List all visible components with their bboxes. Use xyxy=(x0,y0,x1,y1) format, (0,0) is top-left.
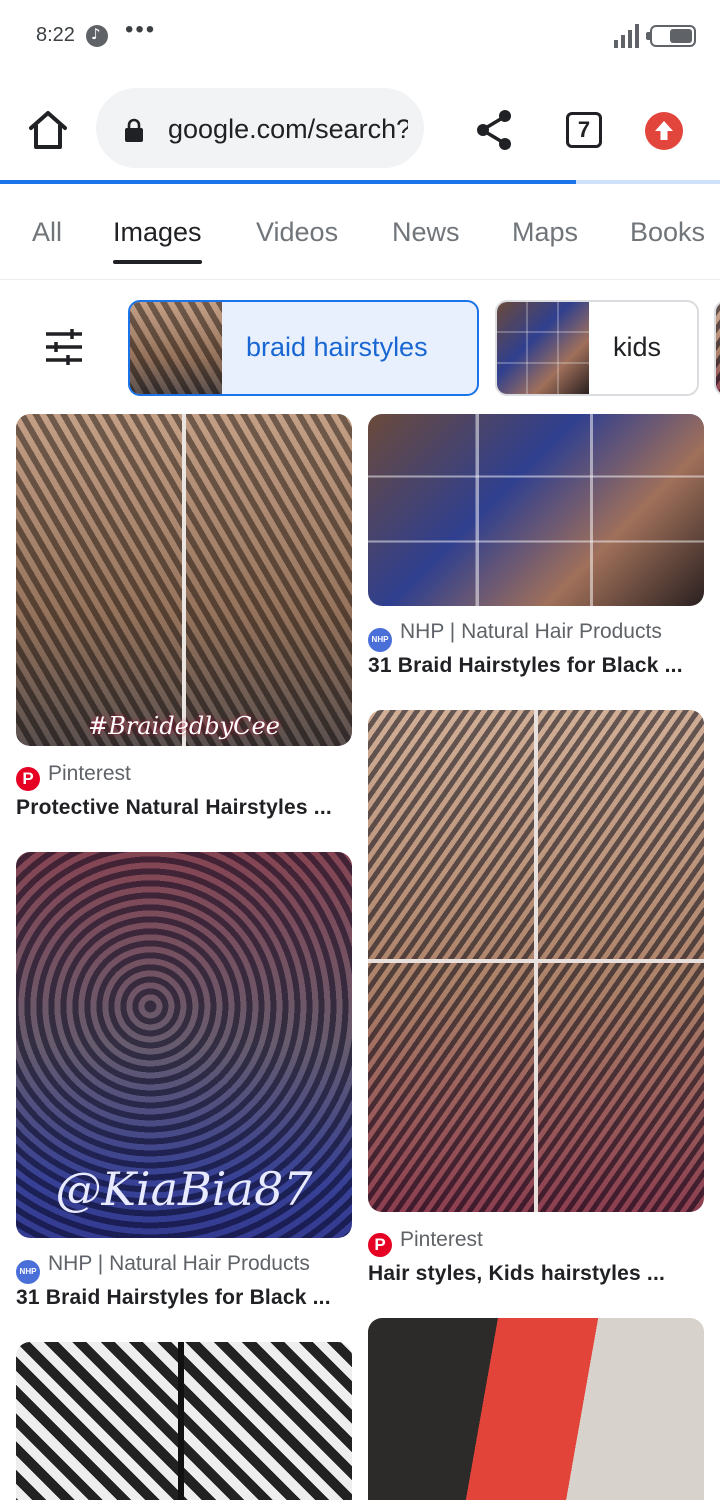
progress-fill xyxy=(0,180,576,184)
chip-label: braid hairstyles xyxy=(246,332,428,362)
more-notifications-icon: ••• xyxy=(125,16,157,43)
chip-braid-hairstyles[interactable]: braid hairstyles xyxy=(128,300,479,396)
status-time: 8:22 xyxy=(36,24,75,46)
result-title[interactable]: 31 Braid Hairstyles for Black ... xyxy=(16,1286,331,1310)
result-image[interactable]: @KiaBia87 xyxy=(16,852,352,1238)
update-icon xyxy=(655,121,673,140)
nhp-icon: NHP xyxy=(16,1260,40,1284)
source-name: Pinterest xyxy=(400,1228,483,1251)
result-title[interactable]: Protective Natural Hairstyles ... xyxy=(16,796,332,820)
result-source[interactable]: P Pinterest xyxy=(16,762,131,791)
chip-thumbnail xyxy=(130,302,222,394)
address-bar[interactable]: google.com/search? xyxy=(96,88,424,168)
result-image[interactable]: #BraidedbyCee xyxy=(16,414,352,746)
chip-label: kids xyxy=(613,332,662,362)
music-notification-icon xyxy=(86,25,108,47)
url-text: google.com/search? xyxy=(168,114,408,144)
suggestion-chips: braid hairstyles kids xyxy=(0,296,720,400)
chip-thumbnail xyxy=(497,302,589,394)
result-image[interactable] xyxy=(368,710,704,1212)
nhp-icon: NHP xyxy=(368,628,392,652)
result-source[interactable]: NHP NHP | Natural Hair Products xyxy=(368,620,662,652)
page-load-progress xyxy=(0,180,720,184)
source-name: NHP | Natural Hair Products xyxy=(400,620,662,643)
chip-next[interactable] xyxy=(714,300,720,396)
browser-toolbar: google.com/search? 7 xyxy=(0,72,720,182)
source-name: NHP | Natural Hair Products xyxy=(48,1252,310,1275)
share-icon[interactable] xyxy=(474,108,514,152)
signal-icon xyxy=(614,22,644,48)
image-result[interactable]: #BraidedbyCee P Pinterest Protective Natu… xyxy=(16,414,352,824)
tab-news[interactable]: News xyxy=(392,217,460,248)
image-watermark: #BraidedbyCee xyxy=(88,712,280,740)
image-result[interactable]: NHP NHP | Natural Hair Products 31 Braid … xyxy=(368,414,704,682)
image-result[interactable]: P Pinterest Hair styles, Kids hairstyles … xyxy=(368,710,704,1290)
result-source[interactable]: NHP NHP | Natural Hair Products xyxy=(16,1252,310,1284)
battery-icon xyxy=(646,25,696,47)
image-result[interactable]: @KiaBia87 NHP NHP | Natural Hair Products… xyxy=(16,852,352,1314)
result-title[interactable]: 31 Braid Hairstyles for Black ... xyxy=(368,654,683,678)
result-source[interactable]: P Pinterest xyxy=(368,1228,483,1257)
update-button[interactable] xyxy=(645,112,683,150)
lock-icon xyxy=(125,118,143,142)
tab-maps[interactable]: Maps xyxy=(512,217,578,248)
tab-videos[interactable]: Videos xyxy=(256,217,338,248)
result-image[interactable] xyxy=(368,414,704,606)
tab-books[interactable]: Books xyxy=(630,217,705,248)
filter-settings-icon[interactable] xyxy=(44,328,84,366)
image-result[interactable] xyxy=(368,1318,704,1500)
pinterest-icon: P xyxy=(16,767,40,791)
home-icon[interactable] xyxy=(26,108,70,152)
tab-images[interactable]: Images xyxy=(113,217,202,264)
chip-thumbnail xyxy=(716,302,720,394)
image-result[interactable] xyxy=(16,1342,352,1500)
source-name: Pinterest xyxy=(48,762,131,785)
pinterest-icon: P xyxy=(368,1233,392,1257)
chip-kids[interactable]: kids xyxy=(495,300,699,396)
image-watermark: @KiaBia87 xyxy=(55,1162,313,1216)
status-bar: 8:22 ••• xyxy=(0,0,720,72)
result-title[interactable]: Hair styles, Kids hairstyles ... xyxy=(368,1262,665,1286)
result-image[interactable] xyxy=(368,1318,704,1500)
search-type-tabs: All Images Videos News Maps Books xyxy=(0,190,720,280)
tab-all[interactable]: All xyxy=(32,217,62,248)
tab-switcher-button[interactable]: 7 xyxy=(566,112,602,148)
result-image[interactable] xyxy=(16,1342,352,1500)
